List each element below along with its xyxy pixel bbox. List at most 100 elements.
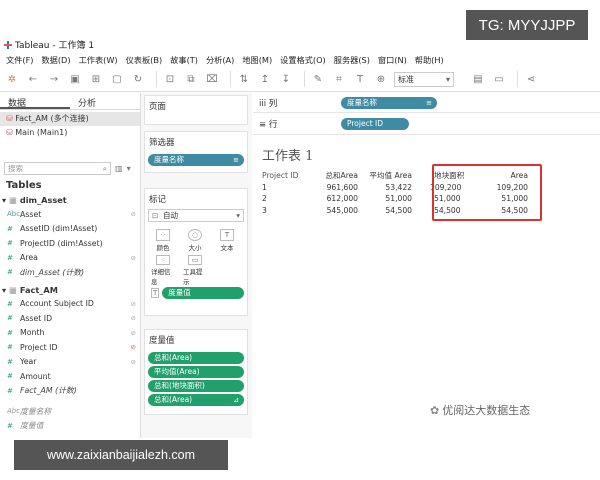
header-cell[interactable]: 总和Area	[320, 170, 358, 181]
new-worksheet-icon[interactable]: ⊡	[162, 71, 178, 87]
table-cell[interactable]: 53,422	[358, 183, 412, 192]
field-asset-id[interactable]: # Asset ID ⊘	[0, 311, 140, 326]
sort-asc-icon[interactable]: ↥	[257, 71, 273, 87]
toolbar-divider	[156, 71, 157, 87]
table-cell[interactable]: 612,000	[320, 194, 358, 203]
table-cell[interactable]: 51,000	[358, 194, 412, 203]
field-area[interactable]: # Area ⊘	[0, 251, 140, 266]
table-cell[interactable]: 961,600	[320, 183, 358, 192]
menu-map[interactable]: 地图(M)	[238, 53, 276, 67]
columns-shelf[interactable]: iii 列 度量名称 ≡	[253, 93, 600, 113]
table-cell[interactable]: 3	[262, 206, 320, 215]
measure-pill[interactable]: 总和(Area)	[148, 352, 244, 364]
tooltip-button[interactable]: ▭ 工具提示	[183, 254, 207, 286]
field-projectid[interactable]: # ProjectID (dim!Asset)	[0, 236, 140, 251]
table-cell[interactable]: 54,500	[358, 206, 412, 215]
filters-card[interactable]: 筛选器 度量名称 ≡	[144, 131, 248, 173]
collapse-icon[interactable]: ▾	[2, 285, 6, 295]
labels-icon[interactable]: T	[352, 71, 368, 87]
menu-format[interactable]: 设置格式(O)	[276, 53, 330, 67]
string-type-icon: Abc	[7, 407, 21, 416]
measure-pill[interactable]: 平均值(Area)	[148, 366, 244, 378]
table-cell[interactable]: 2	[262, 194, 320, 203]
measure-pill[interactable]: 总和(地块面积)	[148, 380, 244, 392]
table-cell[interactable]: 1	[262, 183, 320, 192]
pin-axes-icon[interactable]: ⊕	[373, 71, 389, 87]
field-project-id[interactable]: # Project ID ⊘	[0, 340, 140, 355]
toolbar-divider	[230, 71, 231, 87]
header-cell[interactable]: 平均值 Area	[358, 170, 412, 181]
menu-file[interactable]: 文件(F)	[2, 53, 37, 67]
group-icon[interactable]: ⌗	[331, 71, 347, 87]
field-measure-values[interactable]: # 度量值	[0, 419, 140, 434]
field-asset[interactable]: Abc Asset ⊘	[0, 207, 140, 222]
new-datasource-icon[interactable]: ⊞	[88, 71, 104, 87]
field-fact-am-count[interactable]: # Fact_AM (计数)	[0, 384, 140, 399]
menu-window[interactable]: 窗口(N)	[374, 53, 411, 67]
pill-label: 总和(Area)	[154, 395, 193, 404]
size-button[interactable]: ◌ 大小	[183, 227, 207, 253]
refresh-icon[interactable]: ↻	[130, 71, 146, 87]
color-button[interactable]: ⁘ 颜色	[151, 227, 175, 253]
menu-help[interactable]: 帮助(H)	[411, 53, 448, 67]
pages-card[interactable]: 页面	[144, 95, 248, 125]
filter-icon[interactable]: ▥	[115, 164, 123, 173]
header-cell[interactable]: Project ID	[262, 171, 320, 180]
tableau-home-icon[interactable]: ✲	[4, 71, 20, 87]
auto-mark-icon: ⊡	[152, 211, 159, 220]
menu-server[interactable]: 服务器(S)	[330, 53, 374, 67]
presentation-icon[interactable]: ▭	[491, 71, 507, 87]
measure-pill[interactable]: 总和(Area) ⊿	[148, 394, 244, 406]
menu-arrow-icon[interactable]: ▾	[127, 164, 131, 173]
pill-label: Project ID	[347, 119, 384, 128]
search-input[interactable]: 搜索 ⌕	[4, 162, 111, 175]
columns-label: iii 列	[253, 97, 341, 109]
highlight-icon[interactable]: ✎	[310, 71, 326, 87]
tab-data[interactable]: 数据	[0, 93, 70, 109]
duplicate-sheet-icon[interactable]: ⧉	[183, 71, 199, 87]
collapse-icon[interactable]: ▾	[2, 195, 6, 205]
field-month[interactable]: # Month ⊘	[0, 326, 140, 341]
menu-analysis[interactable]: 分析(A)	[202, 53, 238, 67]
field-assetid[interactable]: # AssetID (dim!Asset)	[0, 222, 140, 237]
field-amount[interactable]: # Amount	[0, 369, 140, 384]
show-cards-icon[interactable]: ▤	[470, 71, 486, 87]
table-cell[interactable]: 545,000	[320, 206, 358, 215]
field-year[interactable]: # Year ⊘	[0, 355, 140, 370]
field-dim-asset-count[interactable]: # dim_Asset (计数)	[0, 265, 140, 280]
forward-icon[interactable]: →	[46, 71, 62, 87]
fit-select[interactable]: 标准	[394, 71, 454, 87]
field-account-subject-id[interactable]: # Account Subject ID ⊘	[0, 297, 140, 312]
menu-story[interactable]: 故事(T)	[166, 53, 202, 67]
field-measure-names[interactable]: Abc 度量名称	[0, 404, 140, 419]
table-group-dim-asset[interactable]: ▾ ▦ dim_Asset	[0, 193, 140, 207]
connection-fact-am[interactable]: ⛁ Fact_AM (多个连接)	[0, 112, 140, 126]
back-icon[interactable]: ←	[25, 71, 41, 87]
clear-sheet-icon[interactable]: ⌧	[204, 71, 220, 87]
columns-icon: iii	[259, 98, 267, 109]
number-type-icon: #	[7, 268, 13, 277]
columns-text: 列	[268, 98, 278, 109]
pause-updates-icon[interactable]: ▢	[109, 71, 125, 87]
pill-label: 度量名称	[154, 155, 184, 164]
share-icon[interactable]: ⋖	[523, 71, 539, 87]
rows-pill[interactable]: Project ID	[341, 118, 409, 130]
rows-shelf[interactable]: ≡ 行 Project ID	[253, 114, 600, 135]
marks-pill[interactable]: 度量值	[162, 287, 244, 299]
menu-data[interactable]: 数据(D)	[37, 53, 74, 67]
columns-pill[interactable]: 度量名称 ≡	[341, 96, 437, 109]
menu-dashboard[interactable]: 仪表板(B)	[122, 53, 167, 67]
table-group-fact-am[interactable]: ▾ ▦ Fact_AM	[0, 283, 140, 297]
marks-pill-row: T 度量值	[151, 287, 244, 299]
tab-analysis[interactable]: 分析	[70, 93, 140, 109]
pill-label: 度量名称	[347, 97, 377, 107]
text-button[interactable]: T 文本	[215, 227, 239, 253]
detail-button[interactable]: ⁖ 详细信息	[151, 254, 175, 286]
save-icon[interactable]: ▣	[67, 71, 83, 87]
swap-icon[interactable]: ⇅	[236, 71, 252, 87]
filter-pill[interactable]: 度量名称 ≡	[148, 154, 244, 166]
sort-desc-icon[interactable]: ↧	[278, 71, 294, 87]
marks-type-select[interactable]: ⊡ 自动	[148, 209, 244, 222]
connection-main[interactable]: ⛁ Main (Main1)	[0, 126, 140, 140]
menu-worksheet[interactable]: 工作表(W)	[75, 53, 122, 67]
